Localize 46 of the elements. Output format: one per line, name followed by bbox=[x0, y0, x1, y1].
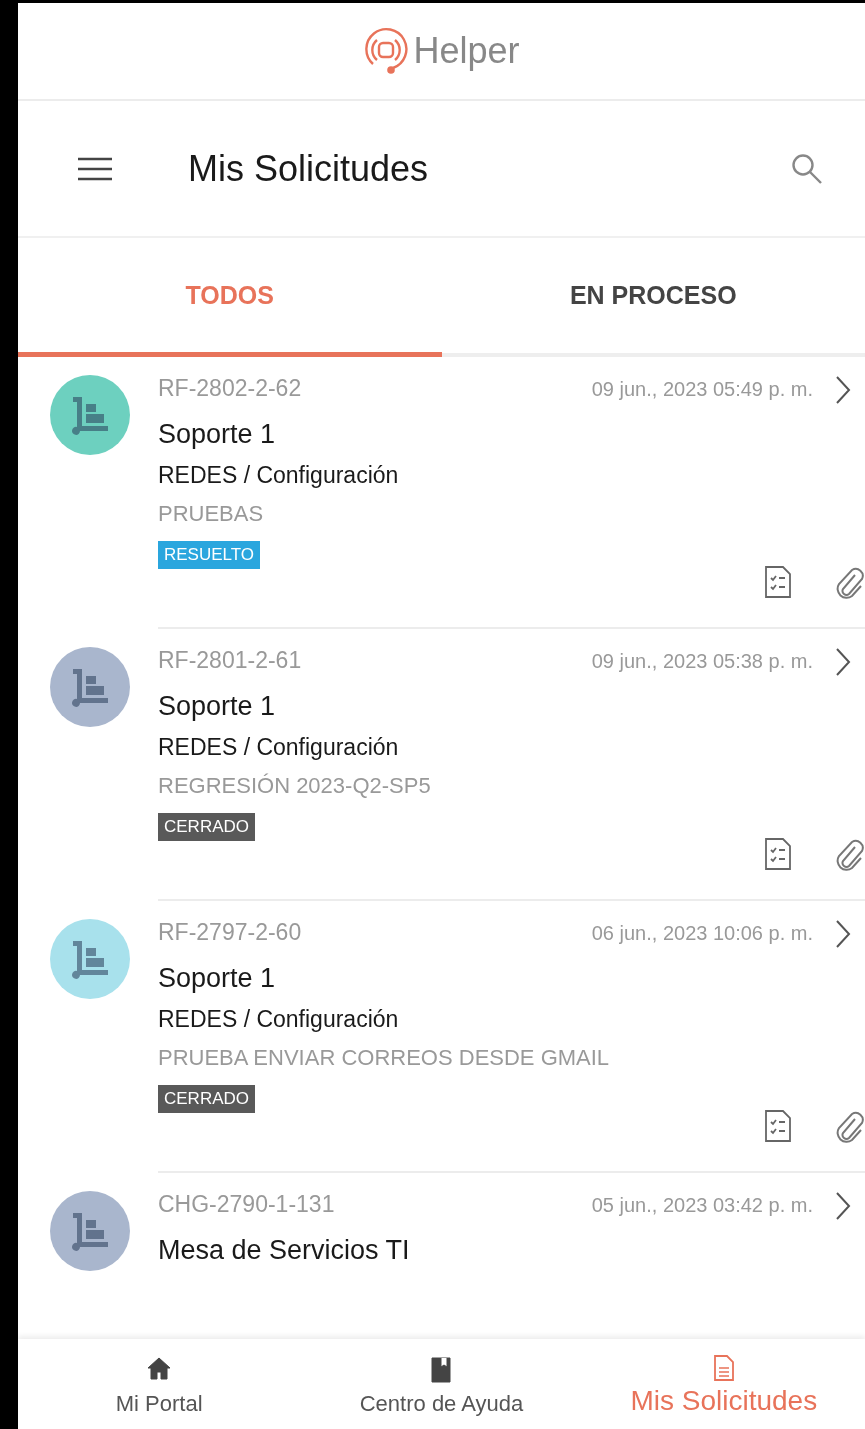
request-id: RF-2802-2-62 bbox=[158, 375, 303, 402]
request-id: RF-2801-2-61 bbox=[158, 647, 303, 674]
request-date: 09 jun., 2023 05:49 p. m. bbox=[591, 378, 813, 401]
request-title: Soporte 1 bbox=[158, 963, 277, 994]
request-description: PRUEBA ENVIAR CORREOS DESDE GMAIL bbox=[158, 1045, 611, 1071]
checklist-document-icon[interactable] bbox=[765, 1110, 791, 1142]
page-title: Mis Solicitudes bbox=[188, 147, 430, 190]
hand-truck-icon bbox=[70, 1210, 110, 1252]
chevron-right-icon[interactable] bbox=[835, 1191, 851, 1221]
request-date: 06 jun., 2023 10:06 p. m. bbox=[591, 922, 813, 945]
book-icon bbox=[429, 1357, 454, 1383]
hand-truck-icon bbox=[70, 666, 110, 708]
checklist-document-icon[interactable] bbox=[765, 566, 791, 598]
status-label: RESUELTO bbox=[158, 541, 261, 569]
menu-icon[interactable] bbox=[78, 156, 112, 181]
request-title: Soporte 1 bbox=[158, 691, 277, 722]
request-title: Mesa de Servicios TI bbox=[158, 1235, 411, 1266]
paperclip-icon[interactable] bbox=[835, 1109, 865, 1143]
checklist-document-icon[interactable] bbox=[765, 838, 791, 870]
chevron-right-icon[interactable] bbox=[835, 647, 851, 677]
logo-icon bbox=[363, 26, 410, 76]
request-id: CHG-2790-1-131 bbox=[158, 1191, 336, 1218]
request-category: REDES / Configuración bbox=[158, 462, 400, 489]
request-date: 09 jun., 2023 05:38 p. m. bbox=[591, 650, 813, 673]
request-date: 05 jun., 2023 03:42 p. m. bbox=[591, 1194, 813, 1217]
search-icon[interactable] bbox=[791, 152, 823, 185]
chevron-right-icon[interactable] bbox=[835, 375, 851, 405]
hand-truck-icon bbox=[70, 938, 110, 980]
tab[interactable]: EN PROCESO bbox=[441, 238, 865, 357]
request-description: REGRESIÓN 2023-Q2-SP5 bbox=[158, 773, 432, 799]
nav-item[interactable]: Centro de Ayuda bbox=[300, 1339, 583, 1429]
nav-item[interactable]: Mi Portal bbox=[18, 1339, 301, 1429]
home-icon bbox=[147, 1357, 172, 1383]
hand-truck-icon bbox=[70, 394, 110, 436]
request-id: RF-2797-2-60 bbox=[158, 919, 303, 946]
app-name: Helper bbox=[413, 30, 520, 72]
chevron-right-icon[interactable] bbox=[835, 919, 851, 949]
request-title: Soporte 1 bbox=[158, 419, 277, 450]
status-label: CERRADO bbox=[158, 813, 255, 841]
paperclip-icon[interactable] bbox=[835, 565, 865, 599]
request-category: REDES / Configuración bbox=[158, 734, 400, 761]
document-icon bbox=[711, 1355, 736, 1381]
request-description: PRUEBAS bbox=[158, 501, 265, 527]
status-label: CERRADO bbox=[158, 1085, 255, 1113]
request-category: REDES / Configuración bbox=[158, 1006, 400, 1033]
paperclip-icon[interactable] bbox=[835, 837, 865, 871]
